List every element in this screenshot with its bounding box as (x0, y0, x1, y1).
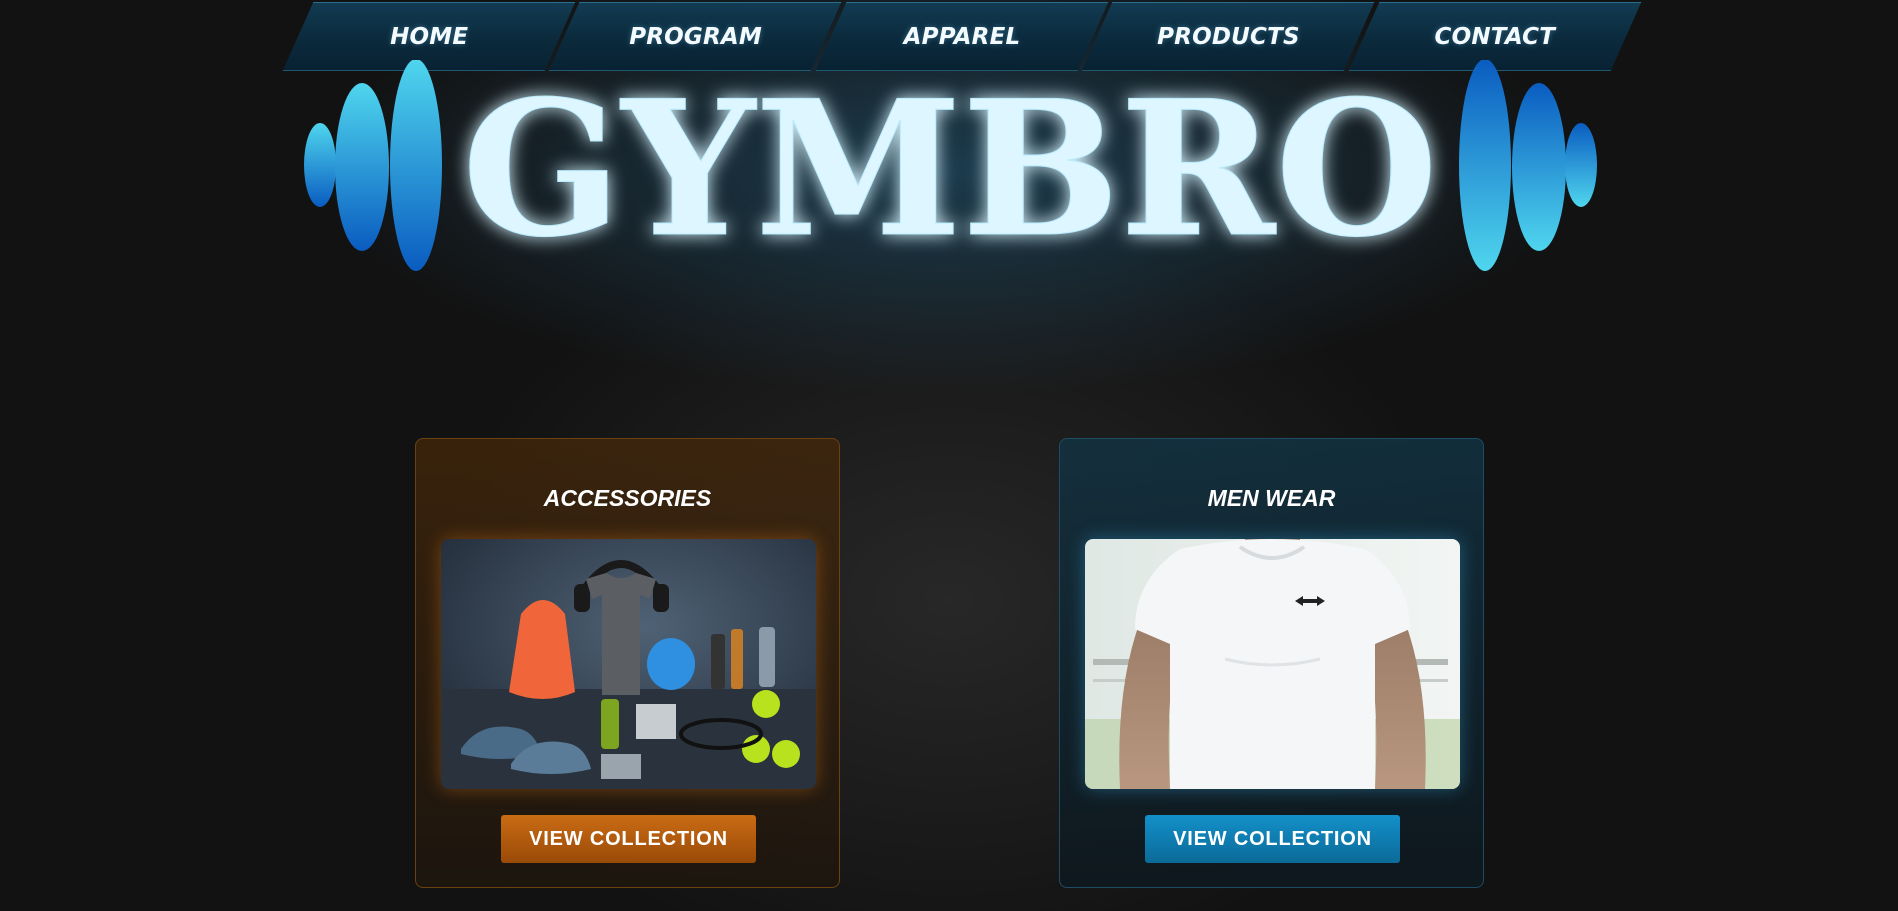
men-wear-card: MEN WEAR VIEW COLLECTION (1059, 438, 1484, 888)
nav-apparel-label: APPAREL (903, 23, 1021, 50)
dumbbell-right-icon (1459, 60, 1597, 271)
accessories-card: ACCESSORIES VIEW COLLECTION (415, 438, 840, 888)
nav-home-label: HOME (390, 23, 469, 50)
nav-program-label: PROGRAM (629, 23, 762, 50)
site-logo[interactable]: GYMBRO (300, 60, 1600, 275)
nav-products-label: PRODUCTS (1157, 23, 1300, 50)
accessories-title: ACCESSORIES (543, 485, 712, 511)
men-wear-image[interactable] (1085, 539, 1460, 789)
men-wear-title: MEN WEAR (1207, 485, 1336, 511)
men-wear-view-collection-button[interactable]: VIEW COLLECTION (1145, 815, 1400, 863)
nav-contact-label: CONTACT (1434, 23, 1556, 50)
accessories-image[interactable] (441, 539, 816, 789)
dumbbell-left-icon (304, 60, 442, 271)
accessories-view-collection-button[interactable]: VIEW COLLECTION (501, 815, 756, 863)
logo-text: GYMBRO (462, 60, 1438, 275)
